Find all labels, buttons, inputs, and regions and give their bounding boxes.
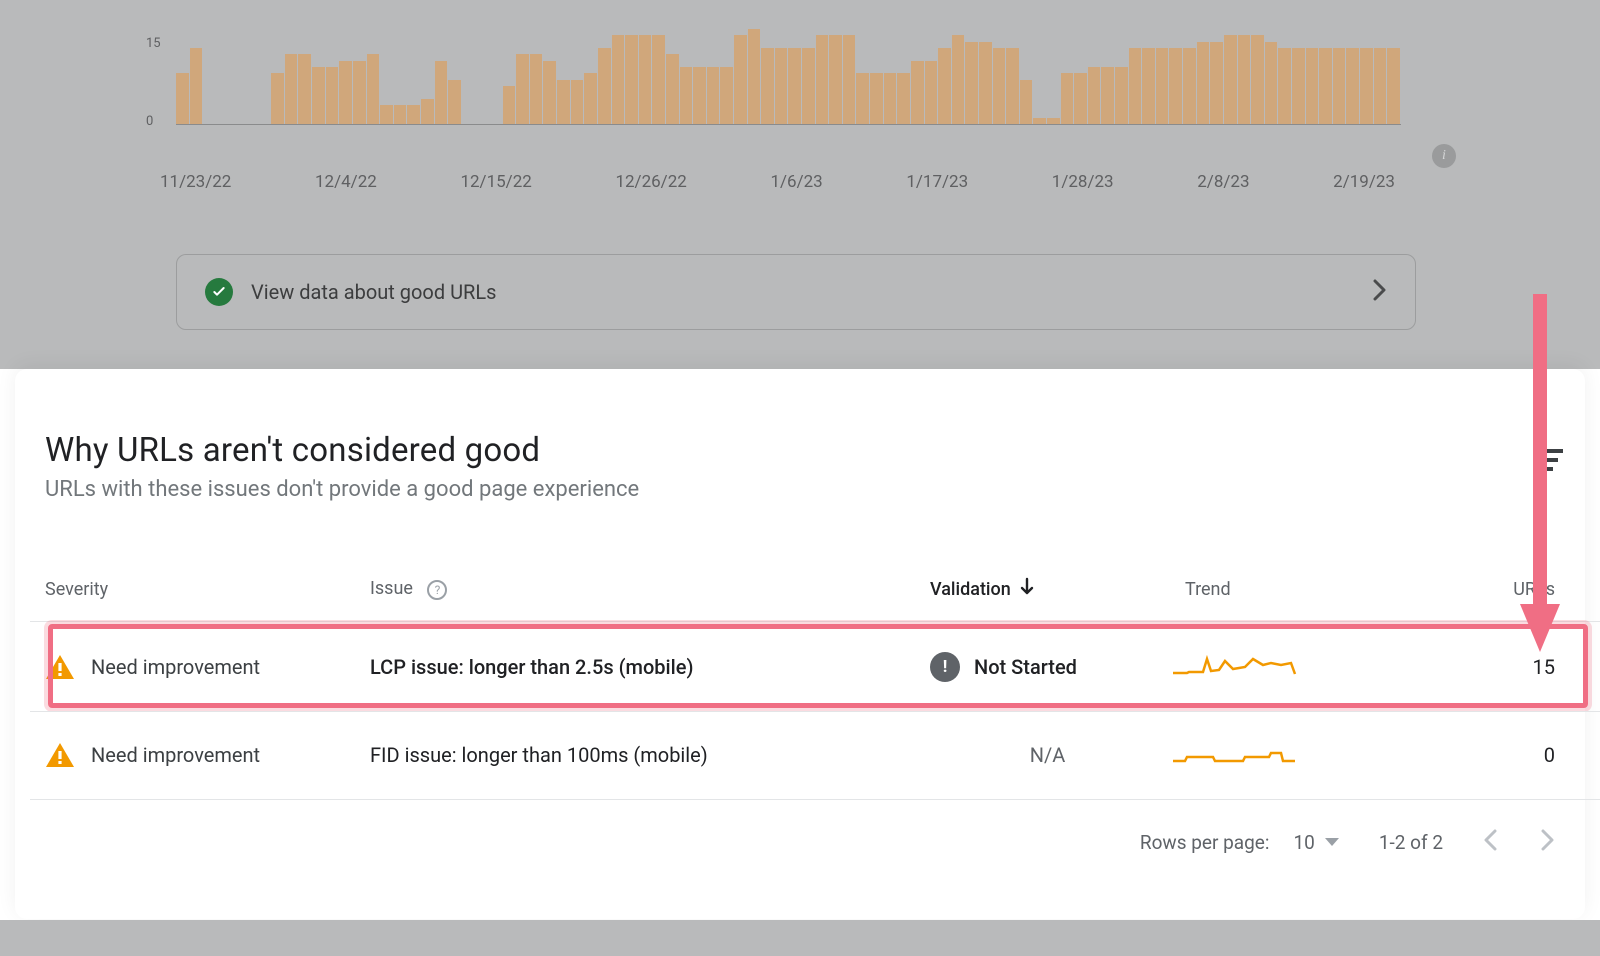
rows-per-page-value: 10 bbox=[1293, 831, 1314, 854]
table-row[interactable]: Need improvement LCP issue: longer than … bbox=[45, 625, 1555, 709]
chart-bars bbox=[176, 0, 1401, 124]
chart-x-axis: 11/23/22 12/4/22 12/15/22 12/26/22 1/6/23 1/1… bbox=[160, 172, 1395, 192]
view-good-urls-label: View data about good URLs bbox=[251, 280, 496, 304]
validation-cell: N/A bbox=[930, 743, 1165, 767]
warning-icon bbox=[45, 654, 75, 680]
x-axis-tick: 12/4/22 bbox=[315, 172, 377, 192]
validation-cell: ! Not Started bbox=[930, 652, 1165, 682]
dimmed-background: 15 0 i 11/23/22 12/4/22 12/15/22 12/26/22 1/… bbox=[0, 0, 1600, 369]
x-axis-tick: 2/8/23 bbox=[1197, 172, 1249, 192]
panel-title: Why URLs aren't considered good bbox=[45, 431, 540, 470]
check-icon bbox=[205, 278, 233, 306]
rows-per-page-select[interactable]: 10 bbox=[1293, 831, 1338, 854]
x-axis-tick: 12/15/22 bbox=[460, 172, 531, 192]
view-good-urls-button[interactable]: View data about good URLs bbox=[176, 254, 1416, 330]
prev-page-button[interactable] bbox=[1483, 829, 1497, 856]
chart-baseline bbox=[176, 124, 1401, 125]
validation-text: N/A bbox=[1030, 743, 1066, 767]
col-severity[interactable]: Severity bbox=[45, 579, 370, 600]
url-chart: 15 0 bbox=[134, 0, 1414, 135]
next-page-button[interactable] bbox=[1541, 829, 1555, 856]
col-urls[interactable]: URLs bbox=[1400, 579, 1555, 600]
table-row[interactable]: Need improvement FID issue: longer than … bbox=[45, 713, 1555, 797]
chart-info-icon: i bbox=[1432, 144, 1456, 168]
x-axis-tick: 1/17/23 bbox=[906, 172, 968, 192]
divider bbox=[30, 711, 1600, 712]
issue-text: FID issue: longer than 100ms (mobile) bbox=[370, 743, 930, 767]
col-issue[interactable]: Issue ? bbox=[370, 578, 930, 600]
dropdown-icon bbox=[1325, 838, 1339, 846]
trend-cell bbox=[1165, 739, 1400, 772]
trend-cell bbox=[1165, 651, 1400, 684]
help-icon[interactable]: ? bbox=[427, 580, 447, 600]
sparkline bbox=[1173, 651, 1303, 679]
exclamation-icon: ! bbox=[930, 652, 960, 682]
rows-per-page-label: Rows per page: bbox=[1140, 831, 1270, 854]
severity-label: Need improvement bbox=[91, 743, 260, 767]
sort-desc-icon bbox=[1019, 577, 1035, 602]
divider bbox=[30, 621, 1600, 622]
chevron-right-icon bbox=[1373, 279, 1387, 305]
warning-icon bbox=[45, 742, 75, 768]
col-trend[interactable]: Trend bbox=[1165, 579, 1400, 600]
y-axis-max: 15 bbox=[146, 36, 161, 51]
y-axis-zero: 0 bbox=[146, 114, 153, 129]
x-axis-tick: 2/19/23 bbox=[1333, 172, 1395, 192]
pagination: Rows per page: 10 1-2 of 2 bbox=[45, 807, 1555, 877]
x-axis-tick: 1/28/23 bbox=[1052, 172, 1114, 192]
x-axis-tick: 11/23/22 bbox=[160, 172, 231, 192]
bottom-strip bbox=[0, 920, 1600, 956]
x-axis-tick: 12/26/22 bbox=[615, 172, 686, 192]
severity-label: Need improvement bbox=[91, 655, 260, 679]
table-header: Severity Issue ? Validation Trend URLs bbox=[45, 564, 1555, 614]
page-range: 1-2 of 2 bbox=[1379, 831, 1443, 854]
issues-panel: Why URLs aren't considered good URLs wit… bbox=[15, 369, 1585, 919]
validation-text: Not Started bbox=[974, 655, 1077, 679]
col-issue-label: Issue bbox=[370, 578, 413, 599]
x-axis-tick: 1/6/23 bbox=[770, 172, 822, 192]
divider bbox=[30, 799, 1600, 800]
col-validation-label: Validation bbox=[930, 579, 1011, 600]
filter-icon[interactable] bbox=[1533, 449, 1563, 475]
url-count: 0 bbox=[1400, 743, 1555, 767]
sparkline bbox=[1173, 739, 1303, 767]
issue-text: LCP issue: longer than 2.5s (mobile) bbox=[370, 655, 930, 679]
url-count: 15 bbox=[1400, 655, 1555, 679]
panel-subtitle: URLs with these issues don't provide a g… bbox=[45, 477, 639, 502]
col-validation[interactable]: Validation bbox=[930, 577, 1165, 602]
